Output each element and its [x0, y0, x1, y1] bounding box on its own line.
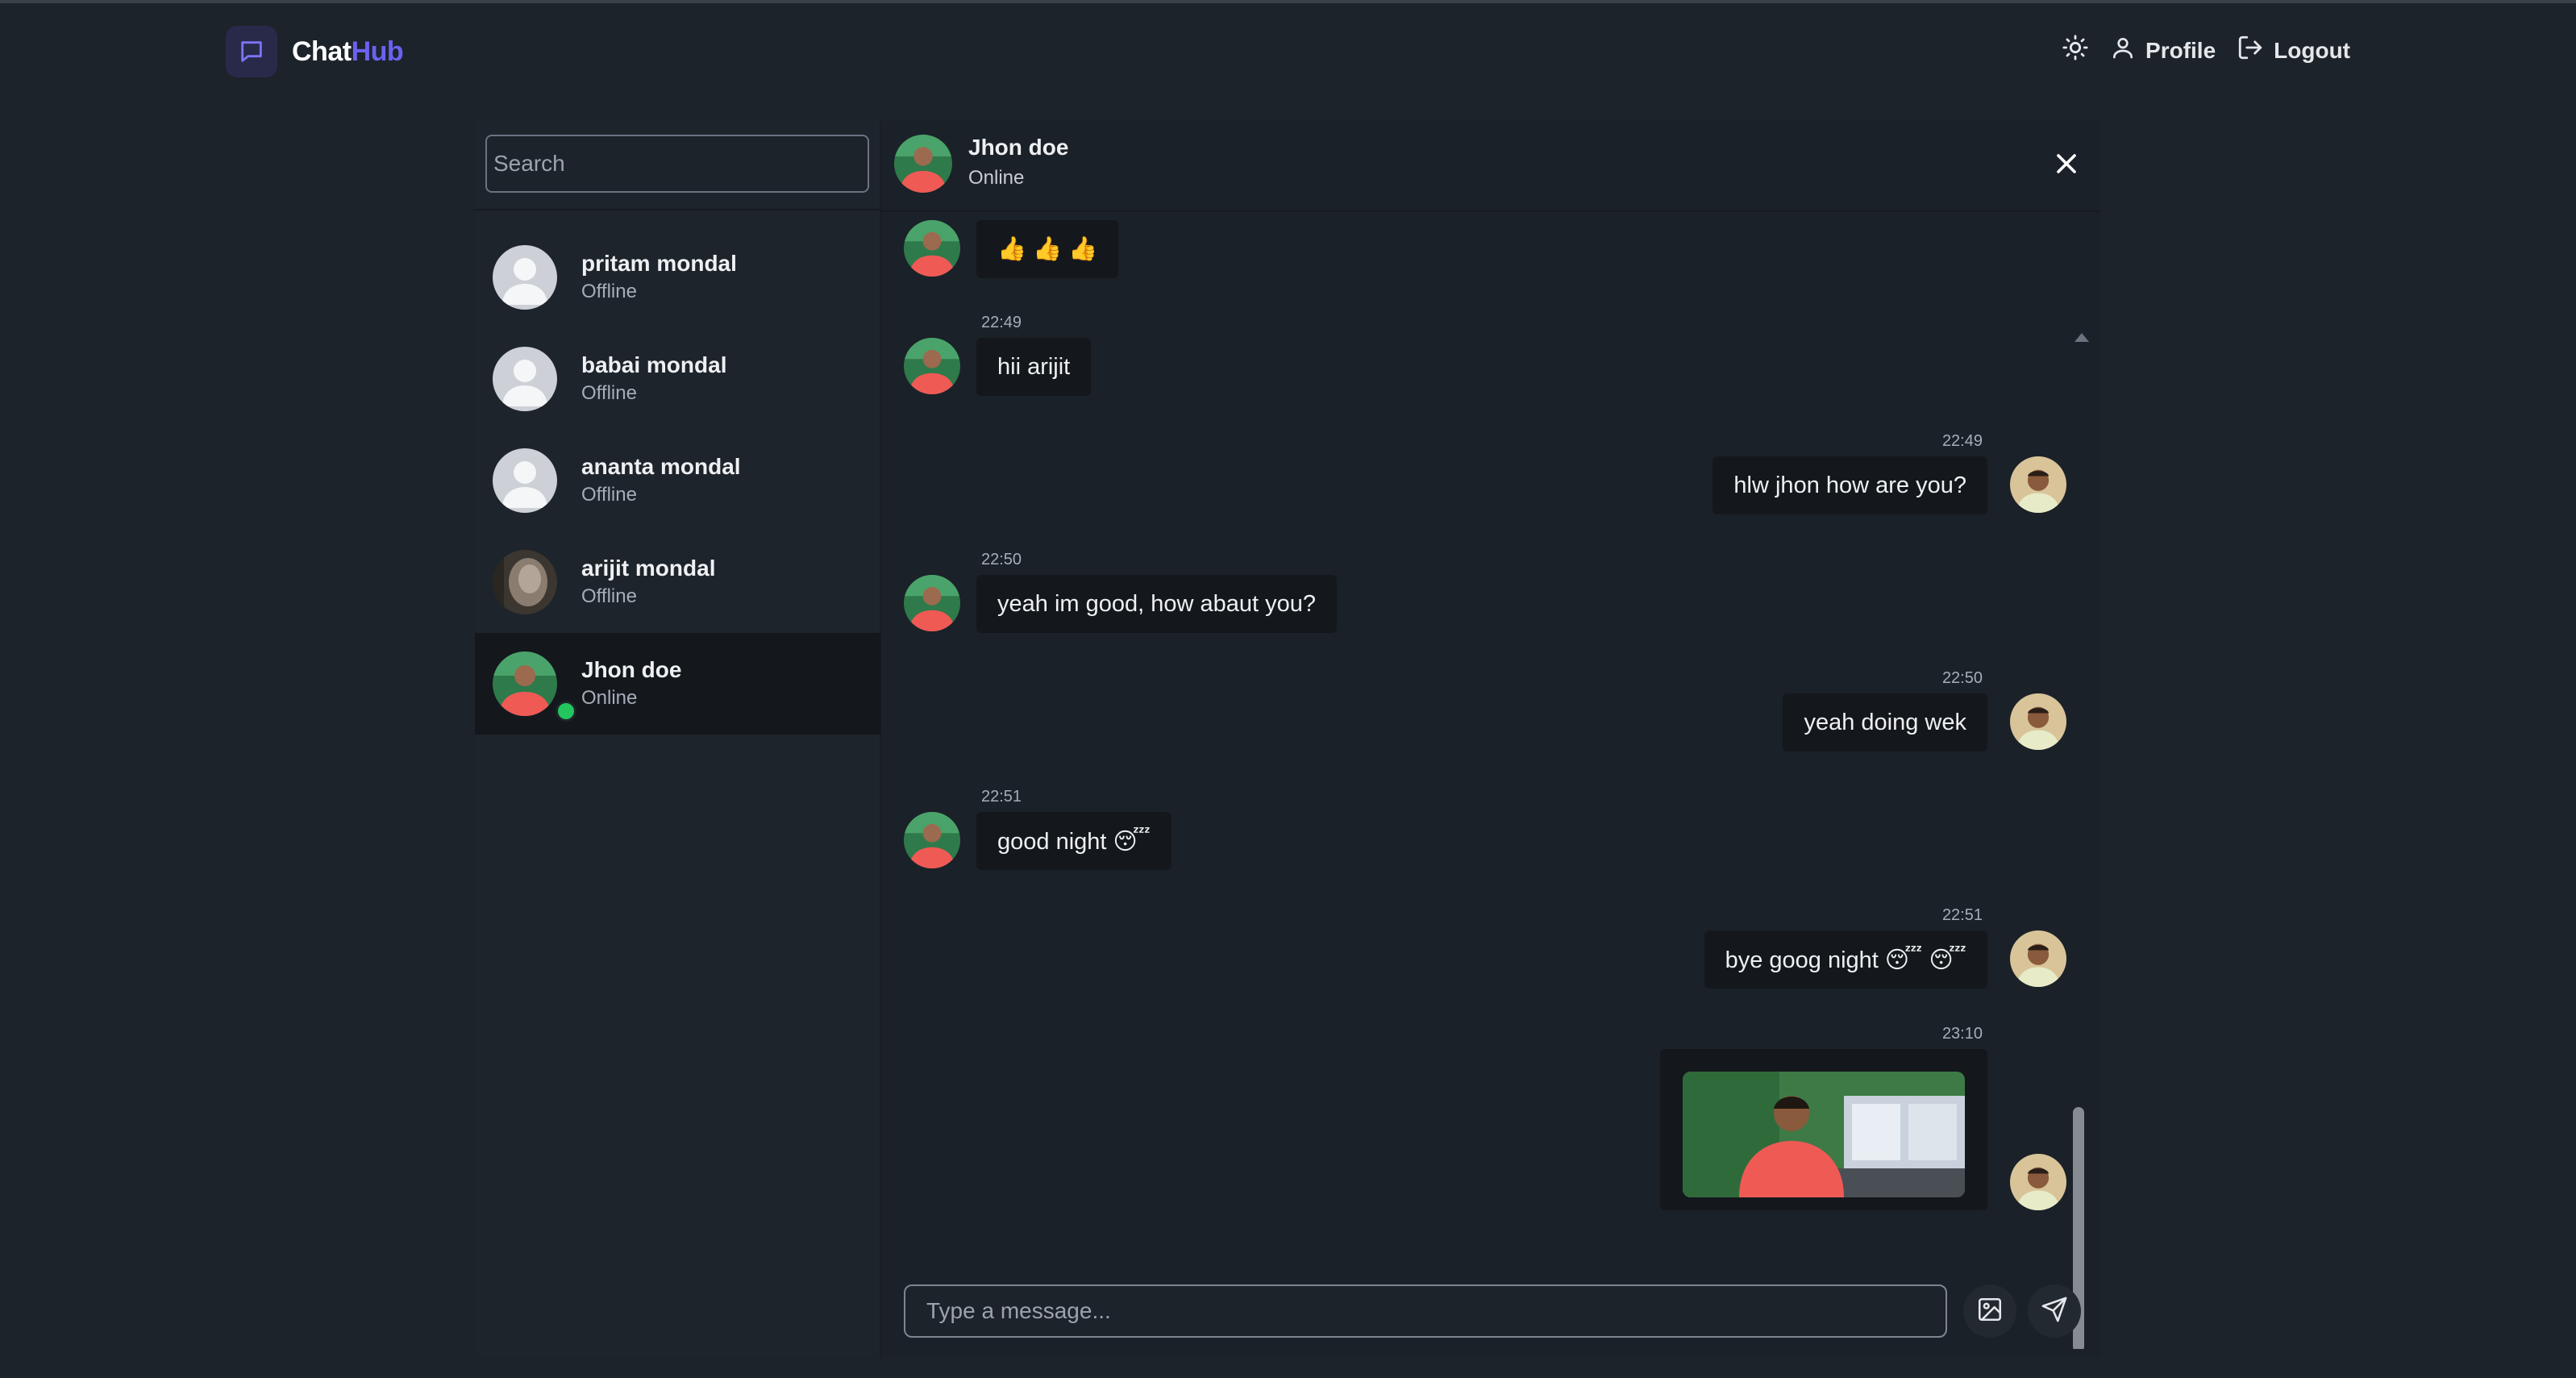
scroll-up-arrow-icon[interactable]: [2075, 333, 2089, 342]
attach-image-button[interactable]: [1963, 1284, 2016, 1338]
message-list: 👍 👍 👍 22:49 hii arijit 22:49 hlw jhon ho…: [881, 214, 2100, 1349]
chat-contact-name: Jhon doe: [968, 135, 1069, 160]
contact-name: pritam mondal: [581, 251, 737, 276]
profile-button[interactable]: Profile: [2110, 35, 2216, 66]
contact-status: Offline: [581, 484, 637, 506]
contact-status: Offline: [581, 281, 637, 302]
chat-panel: Jhon doe Online 👍 👍 👍 22:49 hii arijit 2…: [881, 120, 2100, 1357]
search-input[interactable]: [485, 135, 869, 193]
chat-contact-status: Online: [968, 167, 1025, 189]
contact-item[interactable]: babai mondal Offline: [475, 328, 881, 430]
user-avatar: [2010, 1154, 2066, 1210]
message-time: 22:50: [1941, 669, 1983, 687]
message-sent: 22:50 yeah doing wek: [881, 669, 2100, 766]
message-time: 22:50: [981, 551, 1022, 568]
photo-avatar: [894, 135, 952, 193]
message-time: 23:10: [1941, 1025, 1983, 1043]
close-icon[interactable]: [2050, 148, 2083, 180]
theme-toggle-button[interactable]: [2062, 34, 2089, 67]
contact-status: Offline: [581, 382, 637, 404]
photo-avatar: [904, 812, 960, 868]
message-bubble: yeah im good, how abaut you?: [976, 575, 1337, 633]
navbar: ChatHub Profile Logout: [0, 3, 2576, 97]
contact-item[interactable]: pritam mondal Offline: [475, 227, 881, 328]
contact-name: Jhon doe: [581, 657, 682, 682]
user-icon: [2110, 35, 2136, 66]
photo-avatar: [904, 575, 960, 631]
contact-name: ananta mondal: [581, 454, 741, 479]
contact-status: Offline: [581, 585, 637, 607]
message-received: 22:49 hii arijit: [881, 314, 2100, 410]
divider: [475, 209, 881, 210]
message-sent: 23:10: [881, 1025, 2100, 1210]
logout-label: Logout: [2274, 37, 2350, 63]
app-logo[interactable]: ChatHub: [226, 26, 404, 77]
chat-header: Jhon doe Online: [881, 120, 2100, 212]
contact-item-selected[interactable]: Jhon doe Online: [475, 633, 881, 735]
message-time: 22:51: [981, 788, 1022, 806]
photo-avatar: [493, 550, 557, 614]
user-avatar: [2010, 693, 2066, 750]
message-time: 22:49: [981, 314, 1022, 331]
user-avatar: [2010, 456, 2066, 513]
logout-icon: [2237, 34, 2264, 67]
message-sent: 22:51 bye goog night 😴 😴: [881, 906, 2100, 1003]
contact-name: babai mondal: [581, 352, 727, 377]
default-avatar-icon: [493, 245, 557, 310]
photo-avatar: [904, 220, 960, 277]
message-composer: [881, 1281, 2100, 1357]
send-icon: [2041, 1296, 2068, 1327]
user-avatar: [2010, 930, 2066, 987]
online-indicator: [556, 701, 576, 722]
message-bubble: bye goog night 😴 😴: [1704, 930, 1987, 989]
logout-button[interactable]: Logout: [2237, 34, 2350, 67]
image-icon: [1976, 1296, 2004, 1327]
message-bubble: good night 😴: [976, 812, 1172, 870]
app-name: ChatHub: [292, 35, 404, 67]
contact-item[interactable]: ananta mondal Offline: [475, 430, 881, 531]
contact-name: arijit mondal: [581, 556, 716, 581]
message-bubble: 👍 👍 👍: [976, 220, 1119, 278]
photo-avatar: [493, 652, 557, 716]
message-received: 22:50 yeah im good, how abaut you?: [881, 551, 2100, 647]
sun-icon: [2062, 34, 2089, 67]
message-bubble: hii arijit: [976, 338, 1092, 396]
message-received: 22:51 good night 😴: [881, 788, 2100, 885]
message-received: 👍 👍 👍: [881, 214, 2100, 286]
contacts-sidebar: pritam mondal Offline babai mondal Offli…: [475, 120, 881, 1357]
message-time: 22:49: [1941, 432, 1983, 450]
send-button[interactable]: [2028, 1284, 2081, 1338]
photo-avatar: [904, 338, 960, 394]
contact-list: pritam mondal Offline babai mondal Offli…: [475, 227, 881, 735]
contact-item[interactable]: arijit mondal Offline: [475, 531, 881, 633]
profile-label: Profile: [2145, 37, 2216, 63]
image-attachment: [1683, 1072, 1965, 1197]
message-input[interactable]: [904, 1284, 1947, 1338]
default-avatar-icon: [493, 347, 557, 411]
message-time: 22:51: [1941, 906, 1983, 924]
chat-container: pritam mondal Offline babai mondal Offli…: [475, 120, 2100, 1357]
contact-status: Online: [581, 687, 638, 709]
message-sent: 22:49 hlw jhon how are you?: [881, 432, 2100, 529]
message-bubble: hlw jhon how are you?: [1712, 456, 1987, 514]
chat-bubble-icon: [226, 26, 277, 77]
message-bubble: yeah doing wek: [1783, 693, 1987, 751]
default-avatar-icon: [493, 448, 557, 513]
image-attachment-bubble[interactable]: [1660, 1049, 1987, 1210]
